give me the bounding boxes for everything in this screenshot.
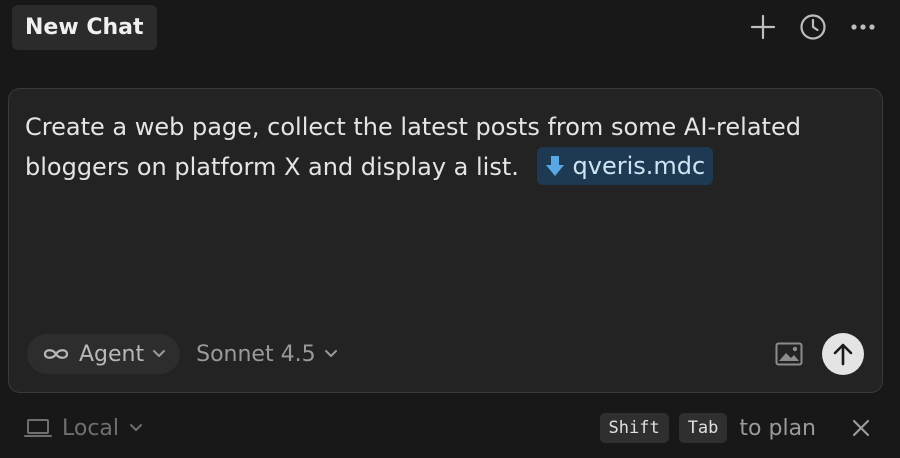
chevron-down-icon [324, 350, 337, 357]
history-icon [800, 14, 826, 40]
close-icon [852, 419, 870, 437]
send-button[interactable] [822, 333, 864, 375]
header-actions [748, 10, 878, 44]
arrow-up-icon [833, 343, 853, 366]
more-icon [851, 24, 875, 30]
image-icon [775, 342, 803, 366]
history-button[interactable] [798, 10, 828, 44]
more-options-button[interactable] [848, 10, 878, 44]
chat-tab[interactable]: New Chat [12, 5, 157, 50]
environment-label: Local [62, 415, 120, 441]
composer-footer: Local Shift Tab to plan [24, 408, 874, 448]
chevron-down-icon [153, 350, 166, 357]
attach-image-button[interactable] [772, 337, 806, 371]
plus-icon [750, 14, 776, 40]
mode-selector[interactable]: Agent [27, 334, 181, 374]
chat-composer[interactable]: Create a web page, collect the latest po… [8, 88, 883, 393]
composer-toolbar: Agent Sonnet 4.5 [27, 333, 864, 375]
chat-panel: New Chat Create a web page, collect the … [0, 0, 900, 458]
chat-tab-title: New Chat [25, 15, 144, 40]
model-label: Sonnet 4.5 [196, 341, 316, 367]
shortcut-hint-text: to plan [739, 415, 816, 441]
laptop-icon [24, 419, 52, 437]
new-chat-button[interactable] [748, 10, 778, 44]
close-hint-button[interactable] [848, 415, 874, 441]
prompt-input[interactable]: Create a web page, collect the latest po… [25, 107, 822, 187]
environment-selector[interactable]: Local [24, 416, 143, 441]
model-selector[interactable]: Sonnet 4.5 [196, 342, 337, 367]
download-arrow-icon [545, 156, 564, 176]
shift-key-hint: Shift [599, 413, 669, 443]
tab-key-hint: Tab [678, 413, 728, 443]
file-mention-label: qveris.mdc [572, 152, 706, 180]
infinity-icon [43, 349, 69, 359]
mode-label: Agent [79, 341, 145, 367]
chevron-down-icon [130, 424, 143, 431]
file-mention-chip[interactable]: qveris.mdc [536, 147, 714, 185]
